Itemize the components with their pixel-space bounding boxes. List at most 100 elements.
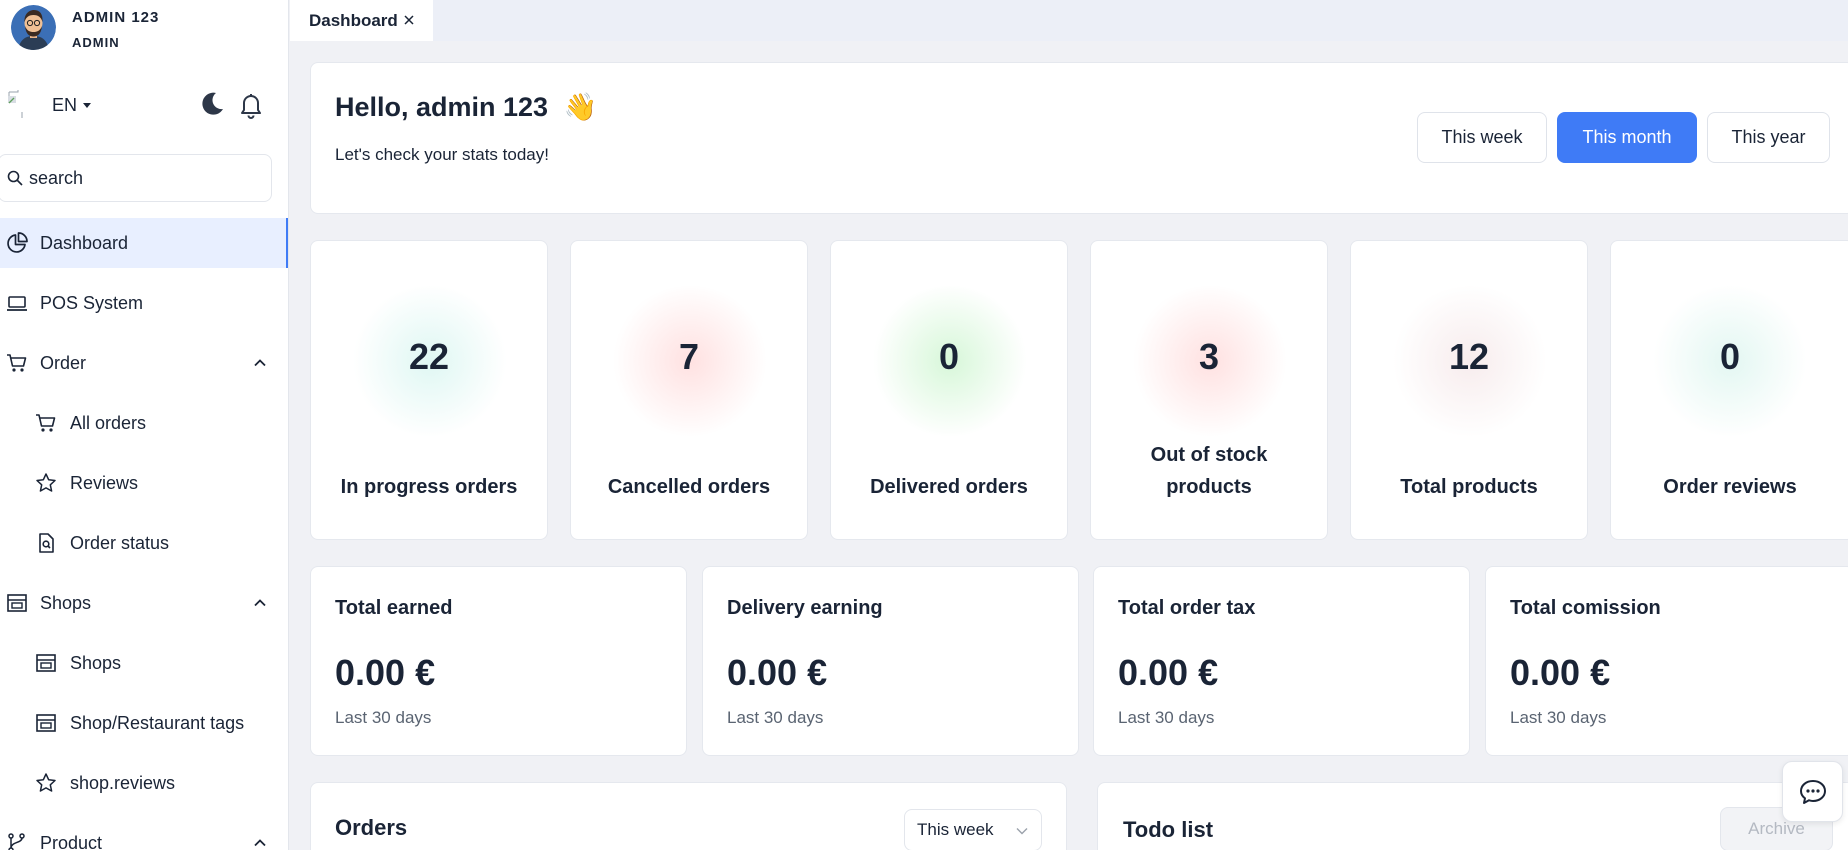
chat-bubble-icon — [1799, 779, 1826, 804]
stat-label: Total products — [1400, 476, 1538, 498]
greeting-card: Hello, admin 123 👋 Let's check your stat… — [310, 62, 1848, 214]
sidebar-item-product[interactable]: Product — [0, 818, 288, 850]
avatar[interactable] — [11, 5, 56, 50]
bell-icon[interactable] — [238, 91, 264, 119]
stat-label-line: products — [1166, 476, 1252, 498]
user-role: ADMIN — [72, 35, 120, 50]
sidebar-item-dashboard[interactable]: Dashboard — [0, 218, 288, 268]
earning-value: 0.00 € — [1118, 652, 1219, 693]
moon-icon[interactable] — [198, 90, 226, 118]
sidebar-item-label: Shops — [40, 592, 92, 613]
star-icon — [36, 473, 56, 492]
cart-icon — [36, 414, 56, 432]
sidebar-item-label: Order status — [70, 532, 170, 553]
earning-period: Last 30 days — [335, 708, 432, 727]
cart-icon — [7, 354, 27, 372]
earning-title: Total comission — [1510, 597, 1661, 619]
sidebar-item-shop-tags[interactable]: Shop/Restaurant tags — [0, 698, 288, 748]
close-icon[interactable] — [403, 14, 415, 26]
orders-period-select[interactable]: This week — [904, 809, 1042, 850]
user-profile[interactable]: ADMIN 123 ADMIN — [11, 5, 159, 53]
chevron-up-icon — [254, 599, 266, 607]
sidebar-item-reviews[interactable]: Reviews — [0, 458, 288, 508]
file-search-icon — [39, 533, 54, 553]
todo-card: Todo list Archive — [1097, 782, 1848, 850]
sidebar-item-shops[interactable]: Shops — [0, 578, 288, 628]
sidebar-item-shops-list[interactable]: Shops — [0, 638, 288, 688]
orders-card: Orders This week — [310, 782, 1067, 850]
stat-card-in-progress[interactable]: 22 In progress orders — [310, 240, 548, 540]
earning-card-total-earned: Total earned 0.00 € Last 30 days — [310, 566, 687, 756]
orders-period-value: This week — [917, 820, 994, 839]
stat-value: 12 — [1448, 336, 1490, 377]
sidebar-item-order-status[interactable]: Order status — [0, 518, 288, 568]
store-icon — [36, 654, 56, 672]
caret-down-icon — [83, 102, 92, 108]
stat-label: Delivered orders — [870, 476, 1028, 498]
chat-button[interactable] — [1782, 761, 1843, 822]
sidebar-item-label: All orders — [70, 412, 147, 433]
store-icon — [7, 594, 27, 612]
branch-icon — [8, 833, 25, 850]
pie-chart-icon — [7, 232, 28, 253]
sidebar-item-order[interactable]: Order — [0, 338, 288, 388]
earning-card-comission: Total comission 0.00 € Last 30 days — [1485, 566, 1848, 756]
stat-label-line: Out of stock — [1150, 444, 1268, 466]
stat-card-total-products[interactable]: 12 Total products — [1350, 240, 1588, 540]
this-year-button[interactable]: This year — [1707, 112, 1830, 163]
sidebar-item-label: Shops — [70, 652, 122, 673]
stat-label: Cancelled orders — [607, 476, 771, 498]
greeting-subtitle: Let's check your stats today! — [335, 145, 549, 164]
star-icon — [36, 773, 56, 792]
flag-icon — [6, 90, 28, 120]
tab-dashboard[interactable]: Dashboard — [290, 0, 433, 41]
orders-title: Orders — [335, 815, 408, 840]
sidebar-item-label: Reviews — [70, 472, 139, 493]
this-week-button[interactable]: This week — [1417, 112, 1547, 163]
stat-value: 22 — [408, 336, 450, 377]
stat-card-cancelled[interactable]: 7 Cancelled orders — [570, 240, 808, 540]
earning-title: Total order tax — [1118, 597, 1256, 619]
tab-bar: Dashboard — [290, 0, 1848, 41]
earning-title: Delivery earning — [727, 597, 883, 619]
stat-value: 3 — [1198, 336, 1220, 377]
user-name: ADMIN 123 — [72, 9, 160, 26]
sidebar: ADMIN 123 ADMIN EN search Dashboard POS … — [0, 0, 289, 850]
chevron-up-icon — [254, 839, 266, 847]
language-label: EN — [52, 94, 78, 115]
earning-value: 0.00 € — [335, 652, 436, 693]
sidebar-item-label: Product — [40, 832, 103, 850]
chevron-down-icon — [1016, 828, 1028, 835]
search-icon — [7, 170, 23, 186]
sidebar-item-pos-system[interactable]: POS System — [0, 278, 288, 328]
chevron-up-icon — [254, 359, 266, 367]
wave-emoji: 👋 — [563, 92, 598, 122]
store-icon — [36, 714, 56, 732]
earning-value: 0.00 € — [1510, 652, 1611, 693]
stat-card-out-of-stock[interactable]: 3 Out of stock products — [1090, 240, 1328, 540]
sidebar-item-label: Shop/Restaurant tags — [70, 712, 245, 733]
search-box — [0, 154, 272, 202]
page-title: Hello, admin 123 👋 — [335, 91, 597, 123]
earning-value: 0.00 € — [727, 652, 828, 693]
stat-value: 0 — [938, 336, 960, 377]
todo-title: Todo list — [1123, 817, 1214, 842]
search-input[interactable] — [29, 167, 249, 189]
sidebar-item-shop-reviews[interactable]: shop.reviews — [0, 758, 288, 808]
header-controls: EN — [6, 88, 268, 122]
sidebar-item-all-orders[interactable]: All orders — [0, 398, 288, 448]
earning-period: Last 30 days — [1510, 708, 1607, 727]
laptop-icon — [7, 296, 27, 311]
earning-card-order-tax: Total order tax 0.00 € Last 30 days — [1093, 566, 1470, 756]
earning-period: Last 30 days — [1118, 708, 1215, 727]
stat-card-order-reviews[interactable]: 0 Order reviews — [1610, 240, 1848, 540]
language-selector[interactable]: EN — [52, 94, 92, 116]
stat-card-delivered[interactable]: 0 Delivered orders — [830, 240, 1068, 540]
greeting-text: Hello, admin 123 — [335, 92, 549, 122]
stat-label: Order reviews — [1663, 476, 1797, 498]
this-month-button[interactable]: This month — [1557, 112, 1697, 163]
sidebar-nav: Dashboard POS System Order All orders Re… — [0, 218, 288, 850]
stat-value: 0 — [1719, 336, 1741, 377]
stat-value: 7 — [678, 336, 700, 377]
sidebar-item-label: Order — [40, 352, 87, 373]
